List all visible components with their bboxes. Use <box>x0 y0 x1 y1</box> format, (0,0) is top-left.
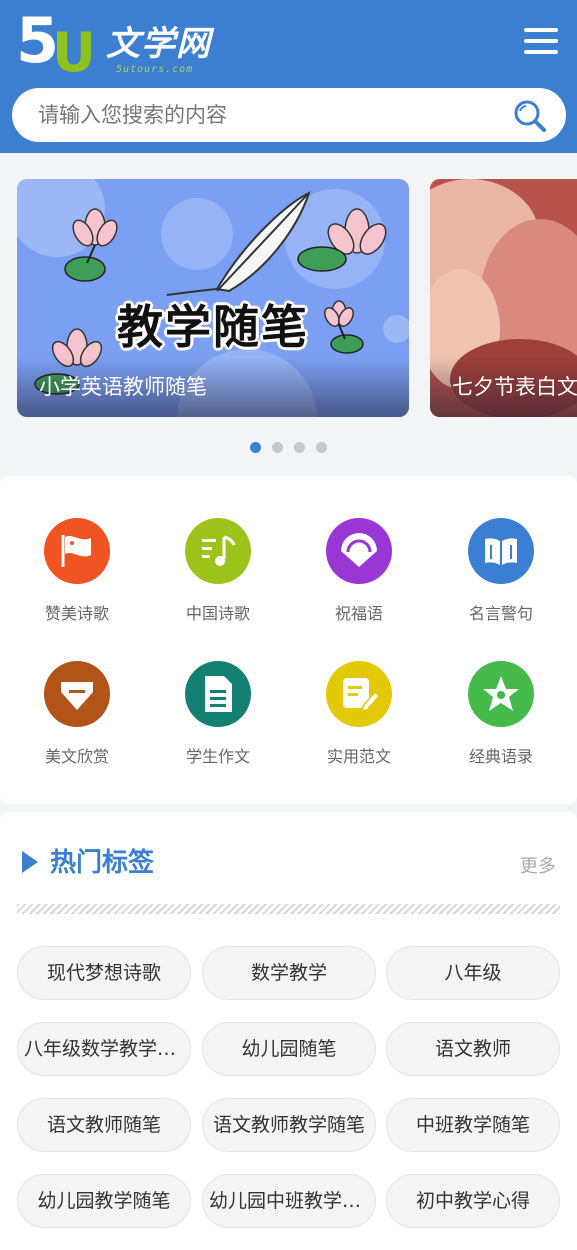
category-grid: 赞美诗歌 中国诗歌 祝福语 名言警句 美文欣赏 学生作文 实用范文 经典语录 <box>0 476 577 804</box>
banner-slide[interactable]: 七夕节表白文 <box>430 179 577 417</box>
hamburger-menu-icon[interactable] <box>524 26 558 56</box>
flag-icon <box>44 518 110 584</box>
category-essays[interactable]: 美文欣赏 <box>17 661 137 771</box>
tag-item[interactable]: 中班教学随笔 <box>386 1098 560 1152</box>
category-label: 经典语录 <box>468 747 533 766</box>
search-input[interactable] <box>38 88 498 142</box>
tag-label: 八年级 <box>444 962 502 984</box>
carousel-dot[interactable] <box>250 442 261 453</box>
gem-icon <box>44 661 110 727</box>
tag-label: 现代梦想诗歌 <box>46 962 161 984</box>
tag-item[interactable]: 语文教师随笔 <box>17 1098 191 1152</box>
carousel-dot[interactable] <box>316 442 327 453</box>
carousel-dot[interactable] <box>272 442 283 453</box>
logo-subtext: 5utours.com <box>116 64 194 75</box>
tag-label: 幼儿园中班教学随笔 <box>209 1190 369 1212</box>
category-classic-quotes[interactable]: 经典语录 <box>441 661 561 771</box>
category-label: 美文欣赏 <box>44 747 109 766</box>
tag-label: 语文教师随笔 <box>46 1114 161 1136</box>
tag-item[interactable]: 八年级 <box>386 946 560 1000</box>
category-label: 实用范文 <box>326 747 391 766</box>
tag-label: 幼儿园教学随笔 <box>37 1190 171 1212</box>
category-label: 赞美诗歌 <box>44 604 109 623</box>
section-title: 热门标签 <box>50 848 155 878</box>
category-blessings[interactable]: 祝福语 <box>299 518 419 628</box>
document-icon <box>185 661 251 727</box>
fan-icon <box>326 518 392 584</box>
category-famous-quotes[interactable]: 名言警句 <box>441 518 561 628</box>
banner-carousel: 教学随笔 小学英语教师随笔 七夕节表白文 <box>0 153 577 475</box>
triangle-right-icon <box>22 851 38 873</box>
edit-note-icon <box>326 661 392 727</box>
tag-item[interactable]: 初中教学心得 <box>386 1174 560 1228</box>
category-label: 学生作文 <box>185 747 250 766</box>
tag-item[interactable]: 现代梦想诗歌 <box>17 946 191 1000</box>
category-chinese-poems[interactable]: 中国诗歌 <box>158 518 278 628</box>
tag-item[interactable]: 幼儿园教学随笔 <box>17 1174 191 1228</box>
category-praise-poems[interactable]: 赞美诗歌 <box>17 518 137 628</box>
tag-label: 数学教学 <box>250 962 327 984</box>
divider <box>17 904 560 914</box>
tag-label: 八年级数学教学随笔 <box>24 1038 184 1060</box>
banner-caption-overlay: 七夕节表白文 <box>430 357 577 417</box>
banner-caption-overlay: 小学英语教师随笔 <box>17 357 409 417</box>
category-student-essays[interactable]: 学生作文 <box>158 661 278 771</box>
tag-item[interactable]: 幼儿园随笔 <box>202 1022 376 1076</box>
header: 5 U 文学网 5utours.com <box>0 0 577 153</box>
category-label: 名言警句 <box>468 604 533 623</box>
banner-slide[interactable]: 教学随笔 小学英语教师随笔 <box>17 179 409 417</box>
banner-caption: 小学英语教师随笔 <box>39 375 207 399</box>
tag-item[interactable]: 幼儿园中班教学随笔 <box>202 1174 376 1228</box>
tag-label: 初中教学心得 <box>415 1190 530 1212</box>
category-label: 中国诗歌 <box>185 604 250 623</box>
tag-item[interactable]: 数学教学 <box>202 946 376 1000</box>
tag-label: 中班教学随笔 <box>415 1114 530 1136</box>
star-flower-icon <box>468 661 534 727</box>
site-logo[interactable]: 5 U 文学网 5utours.com <box>16 4 216 80</box>
music-note-icon <box>185 518 251 584</box>
logo-mark-five: 5 <box>16 4 59 77</box>
logo-text: 文学网 <box>106 24 211 64</box>
tag-label: 幼儿园随笔 <box>241 1038 337 1060</box>
banner-caption: 七夕节表白文 <box>452 375 577 399</box>
carousel-dot[interactable] <box>294 442 305 453</box>
hot-tags-section: 热门标签 更多 现代梦想诗歌 数学教学 八年级 八年级数学教学随笔 幼儿园随笔 … <box>0 812 577 1250</box>
logo-mark-u: U <box>52 21 96 84</box>
category-practical-templates[interactable]: 实用范文 <box>299 661 419 771</box>
search-bar <box>12 88 566 142</box>
book-icon <box>468 518 534 584</box>
tag-label: 语文教师教学随笔 <box>212 1114 365 1136</box>
search-icon[interactable] <box>512 98 548 134</box>
tag-item[interactable]: 语文教师教学随笔 <box>202 1098 376 1152</box>
more-link[interactable]: 更多 <box>520 852 556 878</box>
tag-label: 语文教师 <box>434 1038 511 1060</box>
banner-slide-title: 教学随笔 <box>117 300 309 354</box>
tag-item[interactable]: 八年级数学教学随笔 <box>17 1022 191 1076</box>
tag-item[interactable]: 语文教师 <box>386 1022 560 1076</box>
category-label: 祝福语 <box>334 604 383 623</box>
